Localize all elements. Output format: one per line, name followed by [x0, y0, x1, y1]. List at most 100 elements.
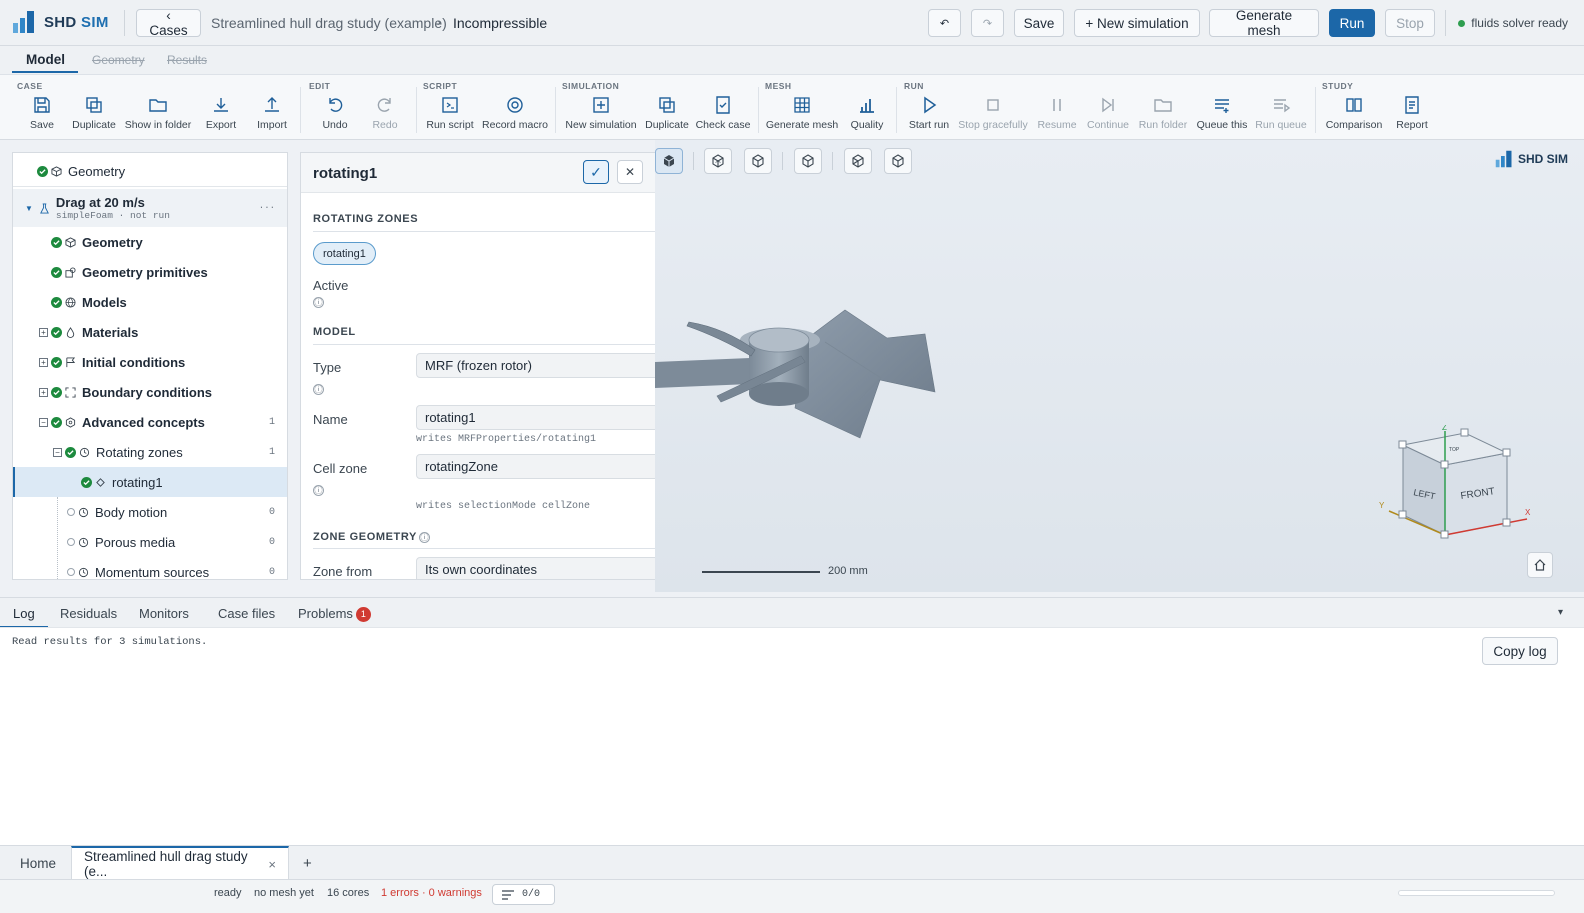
stop-icon: [987, 99, 999, 111]
ribbon-generate-mesh[interactable]: Generate mesh: [766, 95, 838, 131]
top-bar: SHD SIM ‹ Cases Streamlined hull drag st…: [0, 0, 1584, 46]
apply-button[interactable]: ✓: [583, 160, 609, 184]
tree-item-rotating1-selected[interactable]: rotating1: [13, 467, 287, 497]
tree-item-boundary-conditions[interactable]: + Boundary conditions: [13, 377, 287, 407]
info-icon[interactable]: ⓘ: [313, 384, 324, 395]
axis-x-label: X: [1525, 508, 1531, 517]
tab-geometry[interactable]: Geometry: [92, 53, 145, 67]
import-icon: [265, 97, 279, 112]
breadcrumb-separator: ›: [437, 17, 441, 29]
view-clip-button[interactable]: [844, 148, 872, 174]
cube-icon: [51, 166, 62, 177]
close-tab-icon[interactable]: ×: [268, 857, 276, 872]
view-cube[interactable]: LEFT FRONT TOP X Y Z: [1375, 425, 1535, 545]
ribbon-quality[interactable]: Quality: [832, 95, 902, 131]
tree-item-materials[interactable]: + Materials: [13, 317, 287, 347]
ribbon-import[interactable]: Import: [237, 95, 307, 131]
home-view-button[interactable]: [1527, 552, 1553, 578]
bottom-panel-tabs: Log Residuals Monitors Case files Proble…: [0, 597, 1584, 628]
tree-simulation[interactable]: ▼ Drag at 20 m/s simpleFoam · not run ··…: [13, 189, 287, 227]
new-simulation-button[interactable]: + New simulation: [1074, 9, 1200, 37]
status-cores: 16 cores: [327, 887, 370, 899]
ribbon-new-simulation[interactable]: New simulation: [565, 95, 637, 131]
generate-mesh-button[interactable]: Generate mesh: [1209, 8, 1319, 38]
tab-case-files[interactable]: Case files: [218, 606, 275, 621]
tree-item-models[interactable]: Models: [13, 287, 287, 317]
run-button[interactable]: Run: [1329, 9, 1375, 37]
tree-item-rotating-zones[interactable]: − Rotating zones 1: [13, 437, 287, 467]
tree-item-advanced-concepts[interactable]: − Advanced concepts 1: [13, 407, 287, 437]
stop-button[interactable]: Stop: [1385, 9, 1435, 37]
view-explode-button[interactable]: [884, 148, 912, 174]
tab-results[interactable]: Results: [167, 53, 207, 67]
tree-label: Materials: [82, 324, 139, 340]
doc-tab-project[interactable]: Streamlined hull drag study (e... ×: [71, 846, 289, 880]
add-tab-button[interactable]: +: [291, 846, 324, 880]
ribbon-check-case[interactable]: Check case: [688, 95, 758, 131]
collapse-panel-button[interactable]: ▾: [1558, 607, 1563, 618]
tab-residuals[interactable]: Residuals: [60, 606, 117, 621]
axis-z-label: Z: [1442, 425, 1447, 432]
copy-log-button[interactable]: Copy log: [1482, 637, 1558, 665]
more-button[interactable]: ···: [259, 203, 275, 213]
tree-item-initial-conditions[interactable]: + Initial conditions: [13, 347, 287, 377]
tree-item-momentum-sources[interactable]: Momentum sources 0: [13, 557, 287, 579]
tree-item-porous-media[interactable]: Porous media 0: [13, 527, 287, 557]
zone-chip[interactable]: rotating1: [313, 242, 376, 265]
3d-viewport[interactable]: SHD SIM 200 mm LEFT FRONT TOP X Y Z: [655, 140, 1584, 592]
script-icon: [442, 97, 458, 113]
view-wireframe-button[interactable]: [704, 148, 732, 174]
name-hint: writes MRFProperties/rotating1: [416, 434, 597, 445]
save-icon: [34, 97, 50, 113]
tab-problems[interactable]: Problems 1: [298, 606, 371, 622]
tree-label: Rotating zones: [96, 444, 183, 460]
collapse-minus-icon[interactable]: −: [39, 417, 48, 427]
close-button[interactable]: ✕: [617, 160, 643, 184]
tab-log[interactable]: Log: [13, 606, 35, 621]
ribbon-run-script[interactable]: Run script: [415, 95, 485, 131]
tree-item-geometry[interactable]: Geometry: [13, 227, 287, 257]
queue-indicator[interactable]: 0/0: [492, 884, 555, 905]
doc-tab-home[interactable]: Home: [8, 846, 68, 880]
ribbon-show-in-folder[interactable]: Show in folder: [123, 95, 193, 131]
primitives-icon: [65, 266, 76, 278]
viewport-watermark: SHD SIM: [1495, 150, 1568, 168]
expand-plus-icon[interactable]: +: [39, 387, 48, 397]
info-icon[interactable]: ⓘ: [313, 297, 324, 308]
collapse-minus-icon[interactable]: −: [53, 447, 62, 457]
ribbon-redo[interactable]: Redo: [350, 95, 420, 131]
cell-zone-hint: writes selectionMode cellZone: [416, 501, 591, 512]
save-button[interactable]: Save: [1014, 9, 1064, 37]
expand-plus-icon[interactable]: +: [39, 357, 48, 367]
redo-button[interactable]: ↷: [971, 9, 1004, 37]
ribbon-duplicate[interactable]: Duplicate: [59, 95, 129, 131]
info-icon[interactable]: ⓘ: [313, 485, 324, 496]
zone-from-select[interactable]: Its own coordinates: [416, 557, 655, 579]
ribbon-label: Report: [1396, 119, 1428, 131]
view-edges-button[interactable]: [744, 148, 772, 174]
section-zone-geometry: ZONE GEOMETRY: [313, 531, 417, 543]
tree-item-geometry-primitives[interactable]: Geometry primitives: [13, 257, 287, 287]
status-errors[interactable]: 1 errors · 0 warnings: [381, 887, 482, 899]
tab-monitors[interactable]: Monitors: [139, 606, 189, 621]
tab-model[interactable]: Model: [26, 52, 65, 67]
ribbon-run-queue[interactable]: Run queue: [1246, 95, 1316, 131]
view-section-button[interactable]: [794, 148, 822, 174]
breadcrumb-project[interactable]: Streamlined hull drag study (example): [211, 15, 447, 31]
tree-item-geometry-top[interactable]: Geometry: [13, 157, 287, 187]
cases-back-button[interactable]: ‹ Cases: [136, 8, 201, 38]
ribbon-start-run[interactable]: Start run: [894, 95, 964, 131]
cell-zone-field[interactable]: rotatingZone: [416, 454, 655, 479]
info-icon[interactable]: ⓘ: [419, 532, 430, 543]
tree-item-body-motion[interactable]: Body motion 0: [13, 497, 287, 527]
undo-button[interactable]: ↶: [928, 9, 961, 37]
view-iso-button[interactable]: [655, 148, 683, 174]
name-field[interactable]: rotating1: [416, 405, 655, 430]
ribbon-report[interactable]: Report: [1377, 95, 1447, 131]
type-select[interactable]: MRF (frozen rotor): [416, 353, 655, 378]
cube-outline-icon: [892, 154, 904, 168]
ribbon-record-macro[interactable]: Record macro: [480, 95, 550, 131]
cube-face-top[interactable]: TOP: [1449, 447, 1460, 453]
expand-plus-icon[interactable]: +: [39, 327, 48, 337]
ribbon-stop-gracefully[interactable]: Stop gracefully: [958, 95, 1028, 131]
